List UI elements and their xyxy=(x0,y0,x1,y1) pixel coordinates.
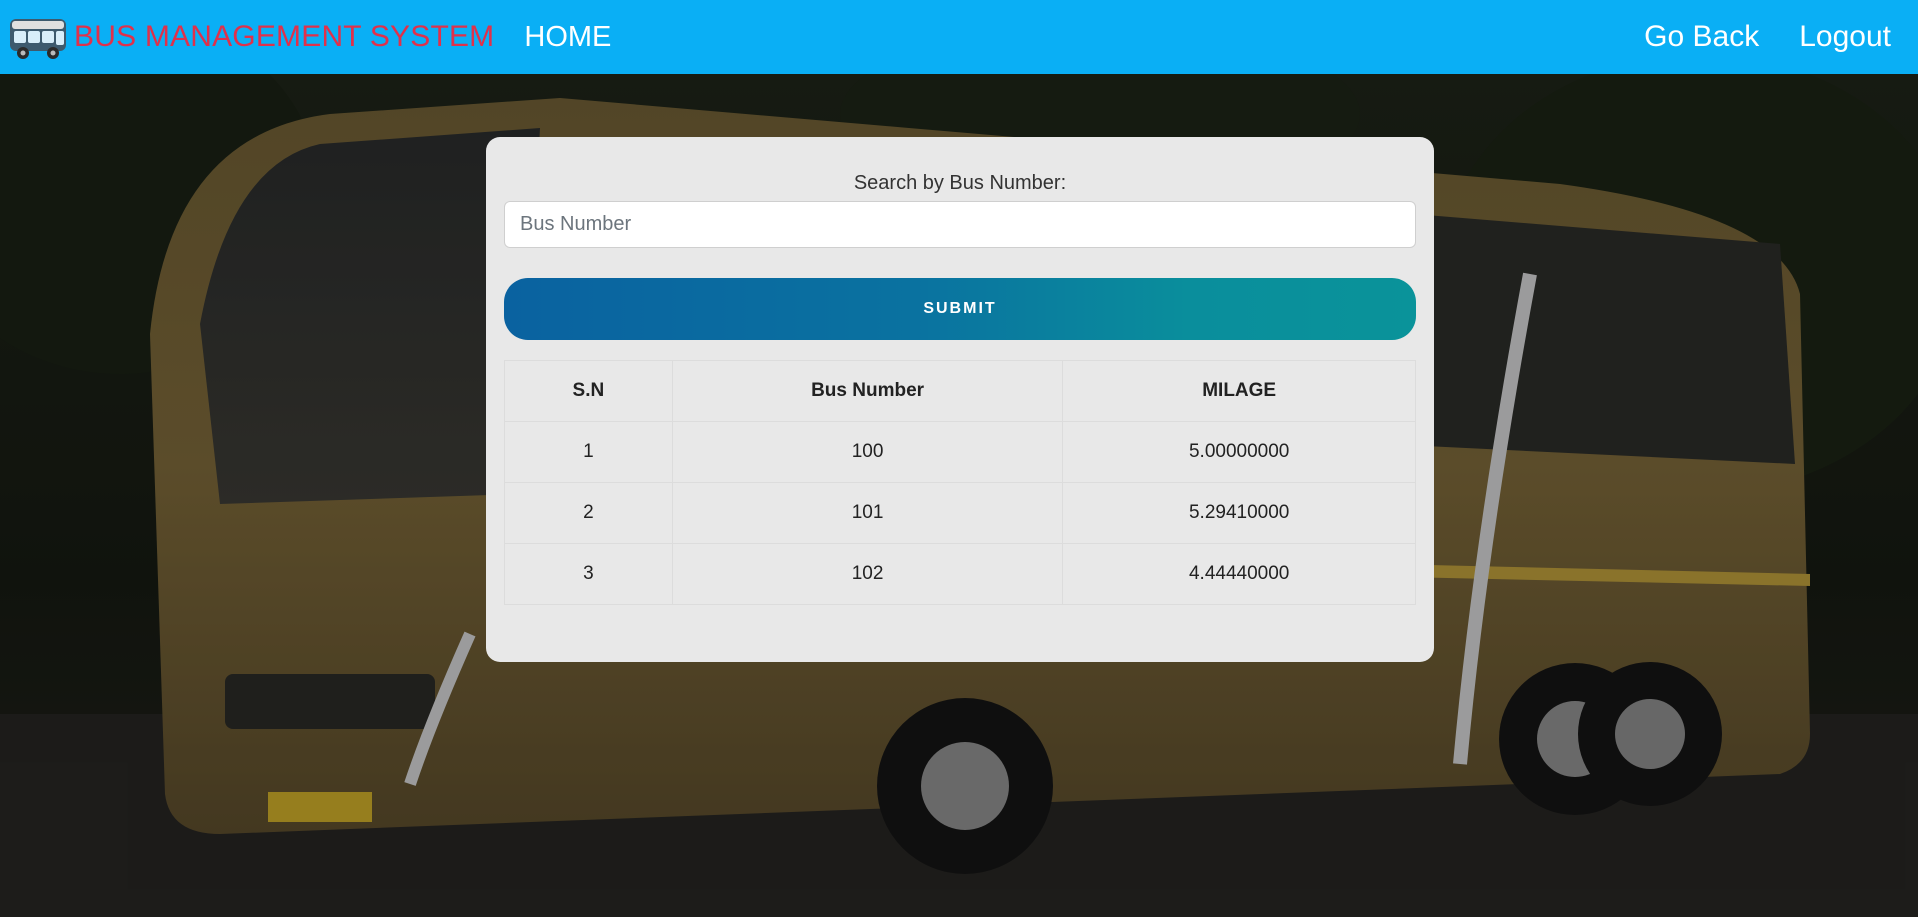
cell-sn: 1 xyxy=(504,421,673,483)
bus-number-input[interactable] xyxy=(504,201,1416,248)
top-navbar: BUS MANAGEMENT SYSTEM HOME Go Back Logou… xyxy=(0,0,1918,74)
milage-table: S.N Bus Number MILAGE 1 100 5.00000000 2… xyxy=(504,360,1416,605)
cell-bus-number: 101 xyxy=(671,482,1064,544)
table-header-row: S.N Bus Number MILAGE xyxy=(504,360,1416,422)
search-label: Search by Bus Number: xyxy=(853,172,1067,194)
nav-home-link[interactable]: HOME xyxy=(524,21,611,54)
brand[interactable]: BUS MANAGEMENT SYSTEM xyxy=(8,13,494,61)
search-card: Search by Bus Number: SUBMIT S.N Bus Num… xyxy=(486,137,1434,662)
table-row: 1 100 5.00000000 xyxy=(504,421,1416,483)
table-row: 2 101 5.29410000 xyxy=(504,482,1416,544)
header-bus-number: Bus Number xyxy=(671,360,1064,422)
cell-sn: 3 xyxy=(504,543,673,605)
header-milage: MILAGE xyxy=(1062,360,1416,422)
go-back-link[interactable]: Go Back xyxy=(1644,20,1759,54)
bus-icon xyxy=(8,13,68,61)
cell-milage: 4.44440000 xyxy=(1062,543,1416,605)
header-sn: S.N xyxy=(504,360,673,422)
table-row: 3 102 4.44440000 xyxy=(504,543,1416,605)
cell-milage: 5.00000000 xyxy=(1062,421,1416,483)
nav-right-links: Go Back Logout xyxy=(1604,20,1891,54)
logout-link[interactable]: Logout xyxy=(1799,20,1891,54)
cell-bus-number: 100 xyxy=(671,421,1064,483)
cell-bus-number: 102 xyxy=(671,543,1064,605)
cell-sn: 2 xyxy=(504,482,673,544)
brand-title: BUS MANAGEMENT SYSTEM xyxy=(74,20,495,53)
cell-milage: 5.29410000 xyxy=(1062,482,1416,544)
submit-button[interactable]: SUBMIT xyxy=(504,278,1416,340)
